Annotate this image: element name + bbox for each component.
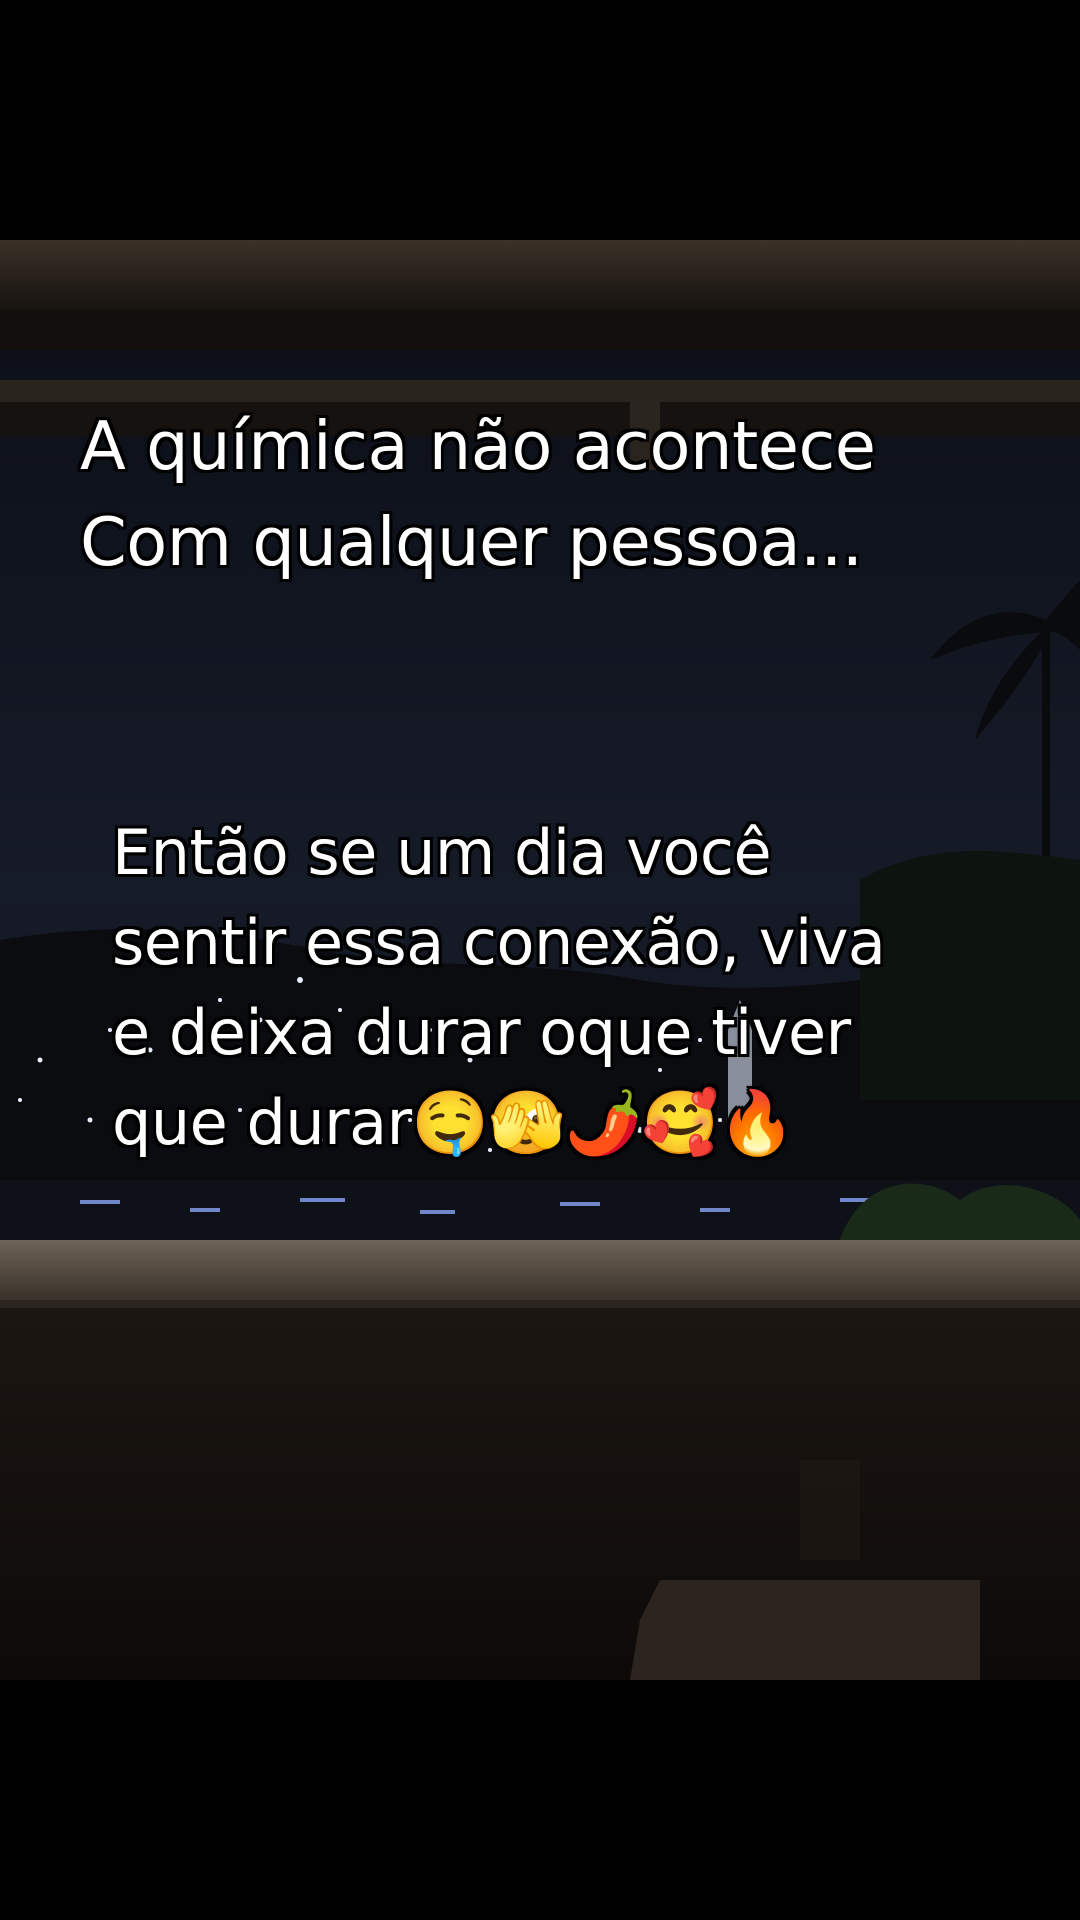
caption-bottom-text: Então se um dia você sentir essa conexão… xyxy=(112,816,886,1159)
video-frame: A química não acontece Com qualquer pess… xyxy=(0,0,1080,1920)
caption-top-text: A química não acontece Com qualquer pess… xyxy=(80,407,876,581)
